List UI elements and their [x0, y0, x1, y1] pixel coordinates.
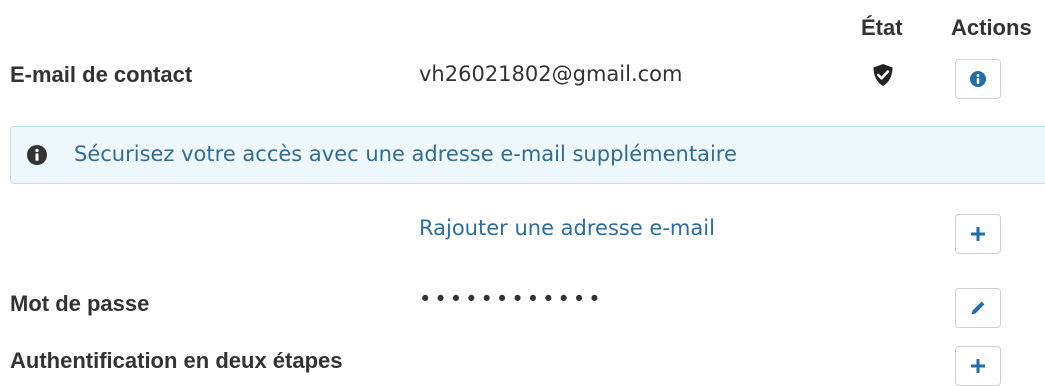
- actions-column-header: Actions: [951, 15, 1032, 40]
- shield-check-icon: [872, 63, 894, 87]
- add-email-button[interactable]: [955, 214, 1001, 254]
- edit-password-button[interactable]: [955, 288, 1001, 328]
- add-two-factor-button[interactable]: [955, 346, 1001, 386]
- alert-message: Sécurisez votre accès avec une adresse e…: [74, 142, 737, 166]
- state-column-header: État: [861, 15, 903, 40]
- add-email-link[interactable]: Rajouter une adresse e-mail: [419, 216, 715, 240]
- pencil-icon: [970, 300, 986, 316]
- plus-icon: [970, 226, 986, 242]
- contact-email-label: E-mail de contact: [10, 62, 193, 87]
- info-icon: [970, 71, 986, 87]
- contact-email-info-button[interactable]: [955, 59, 1001, 99]
- two-factor-label: Authentification en deux étapes: [10, 348, 343, 373]
- password-value: ••••••••••••: [419, 287, 604, 311]
- contact-email-value: vh26021802@gmail.com: [419, 62, 683, 86]
- info-icon: [27, 145, 47, 165]
- secondary-email-alert: Sécurisez votre accès avec une adresse e…: [10, 126, 1045, 184]
- plus-icon: [970, 358, 986, 374]
- password-label: Mot de passe: [10, 291, 150, 316]
